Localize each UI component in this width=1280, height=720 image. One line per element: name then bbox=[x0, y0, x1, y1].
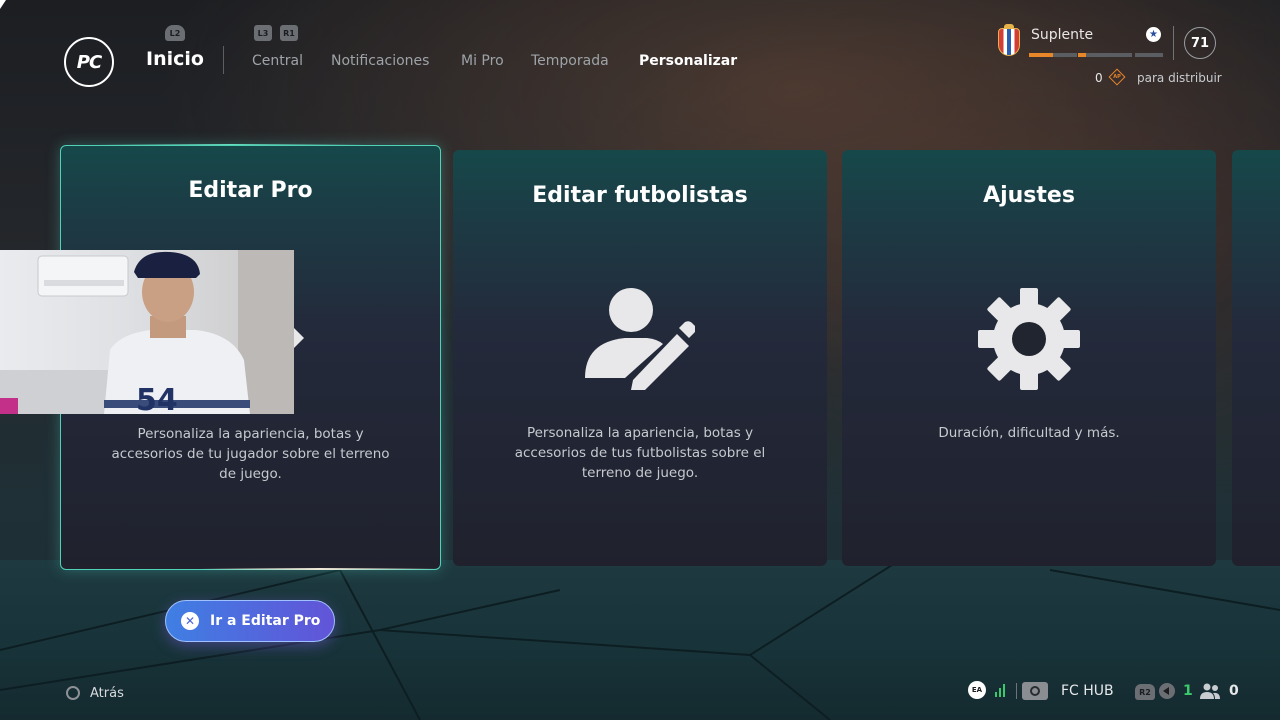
rank-label: Suplente bbox=[1031, 27, 1094, 43]
tab-mi-pro[interactable]: Mi Pro bbox=[461, 53, 504, 69]
gear-icon bbox=[978, 288, 1080, 390]
fc-hub-icon bbox=[1022, 682, 1048, 700]
svg-text:54: 54 bbox=[136, 383, 178, 414]
r2-button-hint-icon: R2 bbox=[1135, 684, 1155, 700]
cross-button-icon: ✕ bbox=[181, 612, 199, 630]
footer-divider bbox=[1016, 683, 1017, 699]
circle-button-icon bbox=[66, 686, 80, 700]
tab-central[interactable]: Central bbox=[252, 53, 303, 69]
card-title: Editar Pro bbox=[188, 178, 313, 203]
card-ajustes[interactable]: Ajustes Duración, dificultad y más. bbox=[842, 150, 1216, 566]
party-count: 0 bbox=[1229, 683, 1239, 699]
l3-button-hint-icon: L3 bbox=[254, 25, 272, 41]
tab-notificaciones[interactable]: Notificaciones bbox=[331, 53, 429, 69]
speaker-icon bbox=[1159, 683, 1175, 699]
overall-rating: 71 bbox=[1184, 27, 1216, 59]
progress-segment-2-fill bbox=[1078, 53, 1087, 57]
ap-points-icon: AP bbox=[1108, 68, 1126, 86]
card-next-partial[interactable] bbox=[1232, 150, 1280, 566]
status-divider bbox=[1173, 26, 1174, 60]
progress-segment-3 bbox=[1135, 53, 1163, 57]
card-description: Personaliza la apariencia, botas y acces… bbox=[514, 425, 766, 481]
l2-button-hint-icon: L2 bbox=[165, 25, 185, 41]
ap-distribute-label: para distribuir bbox=[1137, 71, 1222, 85]
r1-button-hint-icon: R1 bbox=[280, 25, 298, 41]
webcam-streamer-image: 54 bbox=[0, 250, 294, 414]
card-description: Personaliza la apariencia, botas y acces… bbox=[111, 426, 390, 482]
ap-count: 0 bbox=[1095, 71, 1103, 85]
back-button[interactable]: Atrás bbox=[90, 686, 124, 701]
selection-glow-bottom bbox=[200, 568, 440, 570]
progress-segment-2 bbox=[1078, 53, 1132, 57]
header-divider bbox=[223, 46, 224, 74]
party-members-icon bbox=[1200, 683, 1220, 699]
inicio-tab[interactable]: Inicio bbox=[146, 48, 204, 70]
mouse-cursor-icon bbox=[0, 0, 6, 9]
star-icon: ★ bbox=[1146, 27, 1161, 42]
webcam-arrow bbox=[294, 328, 304, 348]
card-editar-futbolistas[interactable]: Editar futbolistas Personaliza la aparie… bbox=[453, 150, 827, 566]
progress-segment-1 bbox=[1029, 53, 1077, 57]
button-label: Ir a Editar Pro bbox=[210, 613, 321, 629]
club-crest-icon bbox=[998, 28, 1020, 56]
card-title: Editar futbolistas bbox=[532, 183, 748, 208]
connection-signal-icon bbox=[995, 683, 1007, 697]
ir-a-editar-pro-button[interactable]: ✕ Ir a Editar Pro bbox=[165, 600, 335, 642]
fc-hub-label[interactable]: FC HUB bbox=[1061, 683, 1114, 699]
card-title: Ajustes bbox=[983, 183, 1075, 208]
ea-logo-icon: EA bbox=[968, 681, 986, 699]
progress-segment-1-fill bbox=[1029, 53, 1053, 57]
tab-temporada[interactable]: Temporada bbox=[531, 53, 609, 69]
tab-personalizar[interactable]: Personalizar bbox=[639, 53, 737, 69]
webcam-overlay: 54 bbox=[0, 250, 294, 414]
card-description: Duración, dificultad y más. bbox=[938, 425, 1120, 441]
online-count: 1 bbox=[1183, 683, 1193, 699]
edit-person-icon bbox=[585, 288, 695, 390]
pro-clubs-logo: PC bbox=[64, 37, 114, 87]
